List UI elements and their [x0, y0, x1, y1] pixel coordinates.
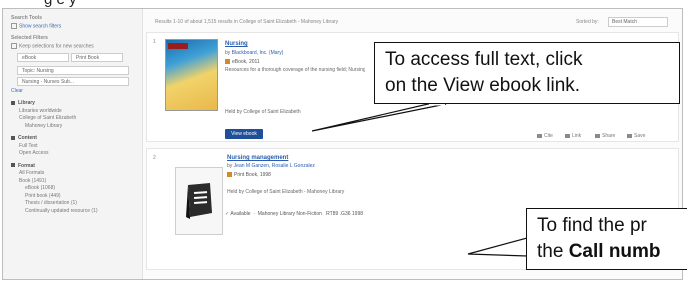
sidebar-search-tools: Search Tools [11, 15, 43, 21]
show-search-filters-link[interactable]: Show search filters [11, 22, 142, 31]
checkbox-icon [11, 42, 17, 49]
callout-view-ebook: To access full text, click on the View e… [374, 42, 680, 104]
checkbox-icon [11, 22, 17, 29]
book-placeholder-icon[interactable] [175, 167, 223, 235]
filter-chip-topic[interactable]: Topic: Nursing [17, 65, 129, 75]
link-icon [565, 133, 570, 138]
format-item[interactable]: Thesis / dissertation (1) [11, 200, 142, 208]
author-link[interactable]: Blackboard, Inc. (Mary) [232, 50, 284, 56]
record-author: by Jean M Ganzen, Rosalie L Gonzalez [227, 163, 315, 169]
sidebar: Search Tools Show search filters Selecte… [3, 9, 143, 279]
record-title-link[interactable]: Nursing [225, 41, 248, 47]
call-number: RT89 .G36 1998 [326, 211, 364, 217]
callout-text-line: on the View ebook link. [385, 75, 581, 96]
view-ebook-button[interactable]: View ebook [225, 129, 263, 139]
record-author: by Blackboard, Inc. (Mary) [225, 50, 284, 56]
filter-chip-subject[interactable]: Nursing - Nurses Sub... [17, 76, 129, 86]
library-item[interactable]: Mahoney Library [11, 123, 142, 131]
collapse-icon [11, 135, 15, 140]
available-check-icon: ✓ [225, 211, 230, 217]
selected-filters-heading: Selected Filters [11, 35, 48, 42]
keep-filters-option[interactable]: Keep selections for new searches [11, 42, 142, 51]
book-icon [186, 183, 212, 219]
callout-call-number: To find the pr the Call numb [526, 208, 687, 270]
library-section[interactable]: Library [11, 100, 142, 108]
record-held-by: Held by College of Saint Elizabeth [225, 109, 301, 115]
ebook-format-icon [225, 59, 230, 65]
callout-text-line: the Call numb [537, 241, 661, 262]
clear-filters-link[interactable]: Clear [11, 88, 142, 96]
format-item[interactable]: eBook (1068) [11, 185, 142, 193]
record-description: Resources for a thorough coverage of the… [225, 67, 365, 73]
record-number: 2 [153, 155, 156, 161]
filter-chip-ebook[interactable]: eBook [17, 52, 69, 62]
save-icon [627, 133, 632, 138]
callout-text-line: To find the pr [537, 215, 647, 236]
content-item[interactable]: Full Text [11, 143, 142, 151]
cite-icon [537, 133, 542, 138]
cite-action[interactable]: Cite [537, 133, 553, 139]
share-action[interactable]: Share [595, 133, 615, 139]
availability-status: Available [230, 211, 251, 217]
save-action[interactable]: Save [627, 133, 645, 139]
cover-label [168, 43, 188, 49]
book-cover-image[interactable] [165, 39, 218, 111]
collapse-icon [11, 163, 15, 168]
callout-text-line: To access full text, click [385, 49, 583, 70]
share-icon [595, 133, 600, 138]
library-item[interactable]: College of Saint Elizabeth [11, 115, 142, 123]
filter-chip-print[interactable]: Print Book [71, 52, 123, 62]
format-item[interactable]: All Formats [11, 170, 142, 178]
content-item[interactable]: Open Access [11, 150, 142, 158]
content-section[interactable]: Content [11, 135, 142, 143]
format-item[interactable]: Continually updated resource (1) [11, 208, 142, 216]
record-title-link[interactable]: Nursing management [227, 155, 288, 161]
format-section[interactable]: Format [11, 163, 142, 171]
sort-select[interactable]: Best Match [608, 17, 668, 27]
format-item[interactable]: Print book (449) [11, 193, 142, 201]
record-number: 1 [153, 39, 156, 45]
record-format: Print Book, 1998 [227, 172, 271, 178]
location: Mahoney Library Non-Fiction [257, 211, 322, 217]
format-item[interactable]: Book (1491) [11, 178, 142, 186]
print-book-format-icon [227, 172, 232, 178]
link-action[interactable]: Link [565, 133, 581, 139]
availability-row: ✓ Available · Mahoney Library Non-Fictio… [225, 211, 364, 217]
record-held-by: Held by College of Saint Elizabeth - Mah… [227, 189, 345, 195]
library-item[interactable]: Libraries worldwide [11, 108, 142, 116]
collapse-icon [11, 100, 15, 105]
record-format: eBook, 2011 [225, 59, 260, 65]
author-link[interactable]: Jean M Ganzen, Rosalie L Gonzalez [234, 163, 315, 169]
